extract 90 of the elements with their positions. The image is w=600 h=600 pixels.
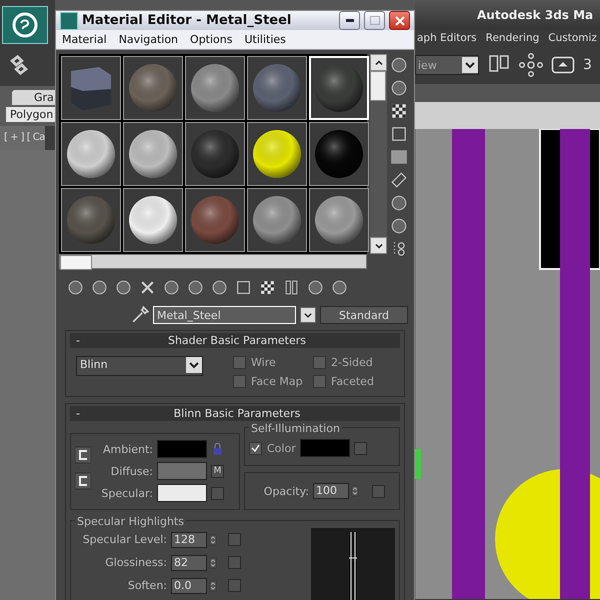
checkbox-label: Color xyxy=(267,442,296,454)
map-button[interactable]: M xyxy=(211,464,224,478)
spinner-arrows-icon[interactable] xyxy=(208,532,218,548)
material-type-button[interactable]: Standard xyxy=(320,306,408,324)
app-icon xyxy=(60,12,78,30)
material-slot[interactable] xyxy=(123,122,183,186)
link-bracket-icon[interactable] xyxy=(75,472,91,490)
checkbox[interactable] xyxy=(313,375,326,388)
eyedropper-icon[interactable] xyxy=(131,306,149,324)
lock-icon[interactable] xyxy=(211,441,224,457)
checker-icon[interactable] xyxy=(259,279,276,296)
group-title: Specular Highlights xyxy=(75,515,186,528)
spinner-arrows-icon[interactable] xyxy=(208,554,218,570)
dropdown-button[interactable] xyxy=(300,307,316,323)
window-title: Material Editor - Metal_Steel xyxy=(82,13,292,28)
checkbox[interactable] xyxy=(233,356,246,369)
cross-icon[interactable] xyxy=(139,279,156,296)
color-label: Diffuse: xyxy=(110,464,153,478)
shader-dropdown[interactable]: Blinn xyxy=(76,356,203,376)
collapse-sign[interactable]: - xyxy=(76,334,80,347)
opacity-label: Opacity: xyxy=(262,484,309,498)
close-button[interactable] xyxy=(389,11,410,30)
checkbox[interactable] xyxy=(233,375,246,388)
menu-item[interactable]: Navigation xyxy=(118,33,178,46)
material-slot[interactable] xyxy=(123,188,183,252)
ribbon-panel-tab[interactable]: Polygon xyxy=(6,107,55,122)
color-label: Ambient: xyxy=(102,442,153,456)
chevron-down-icon[interactable] xyxy=(186,357,202,373)
color-label: Specular: xyxy=(100,486,153,500)
minimize-icon xyxy=(346,19,354,22)
checkbox[interactable] xyxy=(313,356,326,369)
menu-item[interactable]: Rendering xyxy=(486,32,540,44)
vertical-scrollbar[interactable] xyxy=(370,54,387,254)
checkbox-label: Face Map xyxy=(251,375,303,388)
parameter-label: Glossiness: xyxy=(104,556,167,569)
menu-item[interactable]: Options xyxy=(190,33,232,46)
color-swatch[interactable] xyxy=(300,439,350,457)
node-graph-icon[interactable] xyxy=(519,53,543,77)
bars-icon[interactable] xyxy=(283,279,300,296)
checker-icon[interactable] xyxy=(390,102,408,120)
square-icon[interactable] xyxy=(390,125,408,143)
menu-item[interactable]: aph Editors xyxy=(417,32,477,44)
parameter-label: Specular Level: xyxy=(82,533,167,546)
maximize-button[interactable] xyxy=(364,11,385,30)
app-logo-icon[interactable] xyxy=(2,6,48,44)
spinner-arrows-icon[interactable] xyxy=(208,578,218,594)
material-slot[interactable] xyxy=(309,122,369,186)
checkbox-label: Wire xyxy=(251,356,276,369)
menu-item[interactable]: Material xyxy=(62,33,107,46)
chain-link-icon[interactable] xyxy=(8,54,30,76)
rollout-header[interactable]: - Blinn Basic Parameters xyxy=(70,406,400,421)
rollout-title: Shader Basic Parameters xyxy=(166,334,308,347)
chevron-down-icon[interactable] xyxy=(462,57,478,73)
checkbox-label: 2-Sided xyxy=(331,356,373,369)
sphere-icon[interactable] xyxy=(390,56,408,74)
ribbon-tab[interactable]: Gra xyxy=(12,90,55,105)
color-swatch[interactable] xyxy=(157,484,207,502)
scrollbar-thumb[interactable] xyxy=(60,255,92,270)
link-bracket-icon[interactable] xyxy=(75,446,91,464)
material-slot[interactable] xyxy=(185,122,245,186)
close-icon xyxy=(394,16,404,26)
checkbox[interactable] xyxy=(249,442,262,454)
maximize-icon xyxy=(370,16,380,25)
group-title: Self-Illumination xyxy=(249,422,342,435)
rollout-header[interactable]: - Shader Basic Parameters xyxy=(70,333,400,348)
horizontal-scrollbar[interactable] xyxy=(59,254,367,269)
tag-icon[interactable] xyxy=(390,171,408,189)
checkbox-label: Faceted xyxy=(331,375,374,388)
collapse-sign[interactable]: - xyxy=(76,407,80,420)
spinner-arrows-icon[interactable] xyxy=(350,483,360,499)
menu-item[interactable]: Customiz xyxy=(548,32,597,44)
app-title: Autodesk 3ds Ma xyxy=(415,0,600,30)
number-field[interactable]: 128 xyxy=(171,532,207,548)
color-swatch[interactable] xyxy=(157,440,207,458)
rollout-title: Blinn Basic Parameters xyxy=(172,407,302,420)
menu-item[interactable]: Utilities xyxy=(244,33,286,46)
number-field[interactable]: 0.0 xyxy=(171,578,207,594)
viewport-label[interactable]: [ + ] [ Ca xyxy=(0,126,45,150)
material-slot[interactable] xyxy=(61,122,121,186)
color-swatch[interactable] xyxy=(157,462,207,480)
minimize-button[interactable] xyxy=(339,11,360,30)
material-name-field[interactable]: Metal_Steel xyxy=(153,306,296,324)
square-icon[interactable] xyxy=(235,279,252,296)
number-field[interactable]: 82 xyxy=(171,554,207,570)
scrollbar-thumb[interactable] xyxy=(370,71,386,101)
parameter-label: Soften: xyxy=(126,579,167,592)
material-slot[interactable] xyxy=(247,122,307,186)
toolbar-text: 3 xyxy=(583,57,592,73)
sphere-icon[interactable] xyxy=(390,79,408,97)
number-field[interactable]: 100 xyxy=(313,483,349,499)
